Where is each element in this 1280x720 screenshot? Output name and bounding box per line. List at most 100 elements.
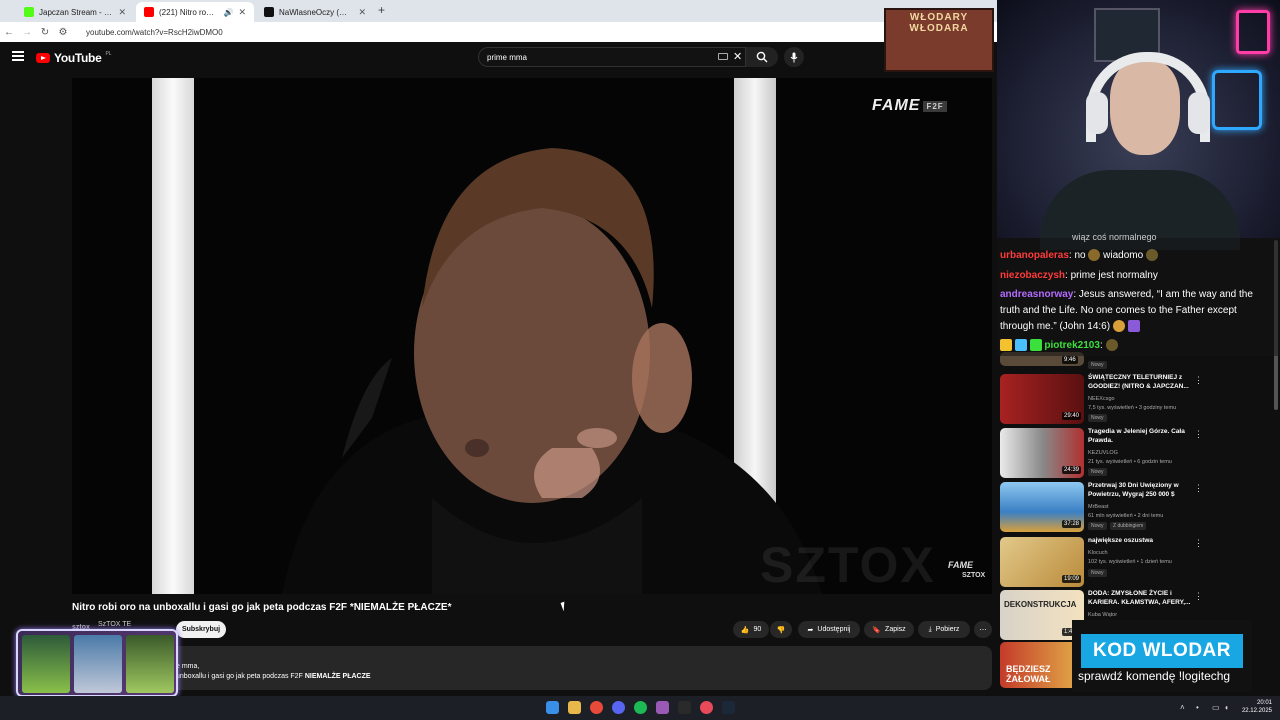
recommended-video[interactable]: 24:39 Tragedia w Jeleniej Górze. Cała Pr… [1000,428,1270,478]
search-button[interactable] [746,47,778,67]
chat-message: urbanopaleras: no wiadomo [1000,248,1158,264]
watermark-text: SZTOX [760,537,936,593]
chat-message: wiąz coś normalnego [1072,232,1157,242]
emote-icon [1105,339,1118,352]
new-tab-button[interactable]: + [378,3,385,17]
emote-icon [1145,249,1158,262]
more-actions-button[interactable]: ⋯ [974,621,992,638]
youtube-play-icon [36,53,50,63]
youtube-logo[interactable]: YouTube PL [36,51,112,65]
kick-icon [24,7,34,17]
close-tab-icon[interactable]: ✕ [118,7,126,18]
download-icon: ⤓ [928,625,932,633]
crown-badge-icon [1000,339,1012,352]
corner-sub: SZTOX [962,572,986,579]
obs-icon[interactable] [700,701,713,714]
promo-text: sprawdź komendę !logitechg [1078,669,1231,683]
skin-card [126,635,174,693]
start-icon[interactable] [546,701,559,714]
promo-code: KOD WLODAR [1081,634,1243,668]
steam-icon[interactable] [722,701,735,714]
description-box[interactable] [72,646,992,690]
app-icon[interactable] [678,701,691,714]
channel-name[interactable]: SzTOX TE [98,621,131,628]
close-tab-icon[interactable]: ✕ [238,7,246,18]
site-info-icon[interactable]: ⚙ [54,27,72,38]
more-icon[interactable]: ⋮ [1194,483,1203,494]
like-button[interactable]: 👍 90 [733,621,769,638]
more-icon[interactable]: ⋮ [1194,375,1203,386]
video-title: Nitro robi oro na unboxallu i gasi go ja… [72,602,452,613]
network-icon[interactable]: ▭ [1212,703,1220,712]
address-bar: ← → ↻ ⚙ youtube.com/watch?v=RscH2iwDMO0 [0,22,1000,42]
save-button[interactable]: 🔖 Zapisz [864,621,914,638]
tab-japczan[interactable]: Japczan Stream - Watch Live on ✕ [16,2,134,22]
audio-icon[interactable]: 🔊 [223,8,233,17]
corner-brand: FAME [948,560,974,570]
headphone-cup [1086,92,1108,134]
neon-decoration [1236,10,1270,54]
neon-decoration [1212,70,1262,130]
search-input[interactable]: prime mma [478,47,746,67]
skin-card [22,635,70,693]
microphone-icon [790,52,798,62]
description-line: e mma, [176,663,200,670]
studio-light [152,78,194,594]
forward-icon[interactable]: → [18,27,36,38]
search-icon [756,51,768,63]
spotify-icon[interactable] [634,701,647,714]
badge-icon [1029,339,1042,352]
keyboard-icon[interactable] [718,53,728,60]
clear-search-icon[interactable]: ✕ [733,50,742,63]
chat-message: niezobaczysh: prime jest normalny [1000,270,1158,281]
reload-icon[interactable]: ↻ [36,27,54,38]
bookmark-icon: 🔖 [872,626,882,634]
more-icon: ⋯ [979,626,987,634]
emote-icon [1112,320,1125,333]
more-icon[interactable]: ⋮ [1194,429,1203,440]
poster-text: WŁODARY WŁODARA [909,12,969,34]
mouse-cursor [560,601,568,612]
voice-search-button[interactable] [784,47,804,67]
taskbar-clock[interactable]: 20:01 22.12.2025 [1236,699,1272,715]
share-icon: ➦ [807,626,814,634]
chat-message: piotrek2103: [1000,338,1118,354]
skin-card [74,635,122,693]
dislike-button[interactable]: 👎 [770,621,792,638]
tab-youtube-video[interactable]: (221) Nitro robi oro na unb 🔊 ✕ [136,2,254,22]
back-icon[interactable]: ← [0,27,18,38]
url-field[interactable]: youtube.com/watch?v=RscH2iwDMO0 [86,28,223,37]
video-player[interactable]: FAME F2F SZTOX FAME SZTOX [72,78,992,594]
tray-arrow-icon[interactable]: ˄ [1180,703,1185,712]
emote-icon [1088,249,1101,262]
recommended-video[interactable]: 37:28 Przetrwaj 30 Dni Uwięziony w Powie… [1000,482,1270,532]
file-explorer-icon[interactable] [568,701,581,714]
share-button[interactable]: ➦ Udostępnij [798,621,860,638]
thumbs-down-icon: 👎 [776,626,786,634]
discord-icon[interactable] [612,701,625,714]
badge-icon [1014,339,1027,352]
recommended-video[interactable]: 19:09 największe oszustwa Klocuch 102 ty… [1000,537,1270,587]
menu-icon[interactable] [12,51,24,61]
headphone-cup [1188,92,1210,134]
more-icon[interactable]: ⋮ [1194,538,1203,549]
tiktok-icon [264,7,274,17]
fame-logo: FAME F2F [872,97,947,115]
mic-tray-icon[interactable]: • [1196,703,1199,712]
chat-message-cont: truth and the Life. No one comes to the … [1000,305,1237,316]
download-button[interactable]: ⤓ Pobierz [918,621,970,638]
chat-message-cont: through me.” (John 14:6) [1000,319,1140,335]
chat-message: andreasnorway: Jesus answered, “I am the… [1000,289,1253,300]
recommended-video[interactable]: 29:40 ŚWIĄTECZNY TELETURNIEJ z GOODIEZ! … [1000,374,1270,424]
app-icon[interactable] [656,701,669,714]
emote-icon [1127,320,1140,333]
chrome-icon[interactable] [590,701,603,714]
description-line: unboxallu i gasi go jak peta podczas F2F… [176,673,371,680]
volume-icon[interactable]: ◖ [1224,703,1229,712]
subscribe-button[interactable]: Subskrybuj [176,621,226,638]
more-icon[interactable]: ⋮ [1194,591,1203,602]
close-tab-icon[interactable]: ✕ [358,7,366,18]
tab-tiktok[interactable]: NaWlasneOczy (@na_wlasne_o ✕ [256,2,374,22]
video-frame-person [282,148,822,594]
thumbs-up-icon: 👍 [740,626,750,634]
